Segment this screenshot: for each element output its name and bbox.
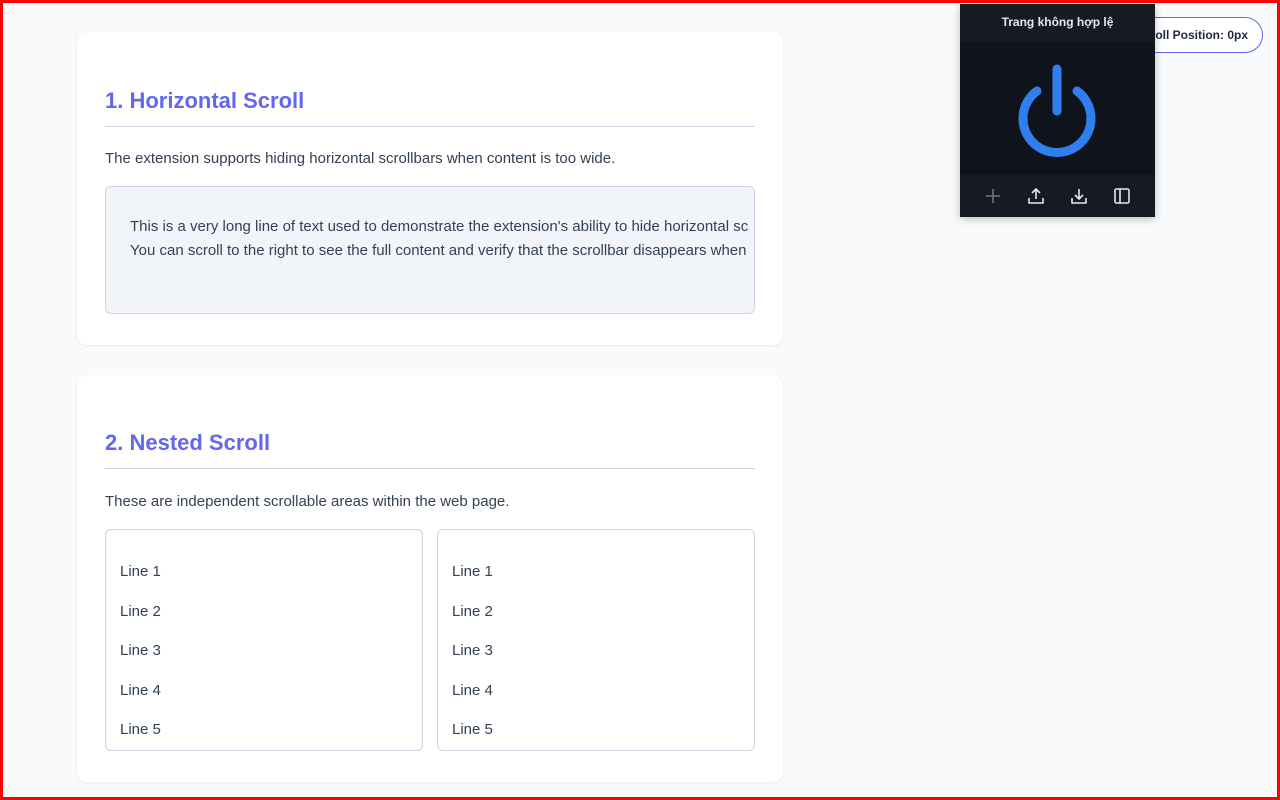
section-desc-nested: These are independent scrollable areas w… <box>105 493 510 510</box>
popup-toolbar <box>960 175 1155 217</box>
sidebar-icon[interactable] <box>1110 184 1134 208</box>
list-item: Line 1 <box>452 563 493 580</box>
power-icon[interactable] <box>1015 61 1099 161</box>
download-icon[interactable] <box>1067 184 1091 208</box>
list-item: Line 2 <box>120 602 161 620</box>
extension-popup: Trang không hợp lệ <box>960 4 1155 217</box>
list-item: Line 2 <box>452 602 493 620</box>
list-item: Line 4 <box>120 681 161 699</box>
popup-header: Trang không hợp lệ <box>960 4 1155 42</box>
long-text-line-2: You can scroll to the right to see the f… <box>130 242 747 259</box>
list-item: Line 3 <box>120 642 161 659</box>
nested-scroll-box-left[interactable]: Line 1 Line 2 Line 3 Line 4 Line 5 <box>105 529 423 751</box>
list-item: Line 5 <box>452 721 493 738</box>
section-desc-horizontal: The extension supports hiding horizontal… <box>105 150 616 167</box>
nested-scroll-box-right[interactable]: Line 1 Line 2 Line 3 Line 4 Line 5 <box>437 529 755 751</box>
list-item: Line 3 <box>452 642 493 659</box>
long-text-line-1: This is a very long line of text used to… <box>130 218 749 235</box>
list-item: Line 1 <box>120 563 161 580</box>
horizontal-scroll-box[interactable]: This is a very long line of text used to… <box>105 186 755 314</box>
list-item: Line 4 <box>452 681 493 699</box>
horizontal-scroll-card: 1. Horizontal Scroll The extension suppo… <box>77 32 783 345</box>
upload-icon[interactable] <box>1024 184 1048 208</box>
section-title-horizontal: 1. Horizontal Scroll <box>105 88 755 127</box>
section-title-nested: 2. Nested Scroll <box>105 430 755 469</box>
list-item: Line 5 <box>120 721 161 738</box>
plus-icon[interactable] <box>981 184 1005 208</box>
nested-scroll-card: 2. Nested Scroll These are independent s… <box>77 375 783 782</box>
